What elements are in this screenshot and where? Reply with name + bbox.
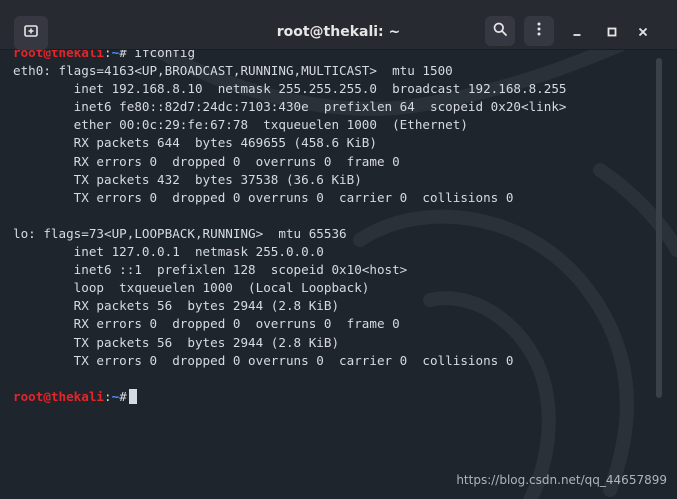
close-button[interactable]: [634, 23, 652, 41]
output-line: inet 192.168.8.10 netmask 255.255.255.0 …: [13, 81, 567, 97]
terminal-window: root@thekali: ~ root@thekali:~# ifconfig…: [0, 0, 677, 499]
command-text: ifconfig: [134, 50, 196, 60]
search-icon: [492, 21, 508, 41]
output-line: TX errors 0 dropped 0 overruns 0 carrier…: [13, 352, 514, 368]
output-line: lo: flags=73<UP,LOOPBACK,RUNNING> mtu 65…: [13, 225, 347, 241]
prompt-line: root@thekali:~#: [13, 388, 567, 406]
minimize-button[interactable]: [568, 23, 586, 41]
output-line: RX errors 0 dropped 0 overruns 0 frame 0: [13, 153, 400, 169]
output-line: ether 00:0c:29:fe:67:78 txqueuelen 1000 …: [13, 117, 468, 133]
output-line: TX packets 432 bytes 37538 (36.6 KiB): [13, 171, 362, 187]
output-line: loop txqueuelen 1000 (Local Loopback): [13, 280, 370, 296]
output-line: eth0: flags=4163<UP,BROADCAST,RUNNING,MU…: [13, 63, 453, 79]
output-line: TX errors 0 dropped 0 overruns 0 carrier…: [13, 189, 514, 205]
terminal-output: root@thekali:~# ifconfig eth0: flags=4163…: [13, 50, 567, 406]
maximize-icon: [606, 23, 618, 42]
prompt-symbol: #: [119, 50, 127, 60]
output-line: RX errors 0 dropped 0 overruns 0 frame 0: [13, 316, 400, 332]
output-line: inet 127.0.0.1 netmask 255.0.0.0: [13, 244, 324, 260]
prompt-sep: :: [104, 388, 112, 404]
kebab-menu-icon: [536, 21, 542, 41]
prompt-line: root@thekali:~# ifconfig: [13, 50, 567, 62]
output-line: inet6 ::1 prefixlen 128 scopeid 0x10<hos…: [13, 262, 408, 278]
text-cursor: [128, 388, 137, 404]
terminal-body[interactable]: root@thekali:~# ifconfig eth0: flags=4163…: [0, 50, 677, 499]
output-line: RX packets 56 bytes 2944 (2.8 KiB): [13, 298, 340, 314]
watermark-text: https://blog.csdn.net/qq_44657899: [456, 473, 667, 487]
prompt-user: root@thekali: [13, 50, 104, 60]
prompt-symbol: #: [119, 388, 127, 404]
titlebar: root@thekali: ~: [0, 0, 677, 50]
output-line: TX packets 56 bytes 2944 (2.8 KiB): [13, 334, 340, 350]
minimize-icon: [571, 23, 583, 42]
scrollbar[interactable]: [656, 58, 662, 398]
search-button[interactable]: [485, 16, 515, 46]
close-icon: [637, 23, 649, 42]
maximize-button[interactable]: [603, 23, 621, 41]
output-line: RX packets 644 bytes 469655 (458.6 KiB): [13, 135, 377, 151]
menu-button[interactable]: [524, 16, 554, 46]
prompt-user: root@thekali: [13, 388, 104, 404]
output-line: inet6 fe80::82d7:24dc:7103:430e prefixle…: [13, 99, 567, 115]
new-tab-button[interactable]: [14, 16, 48, 50]
prompt-sep: :: [104, 50, 112, 60]
new-tab-icon: [23, 23, 39, 43]
